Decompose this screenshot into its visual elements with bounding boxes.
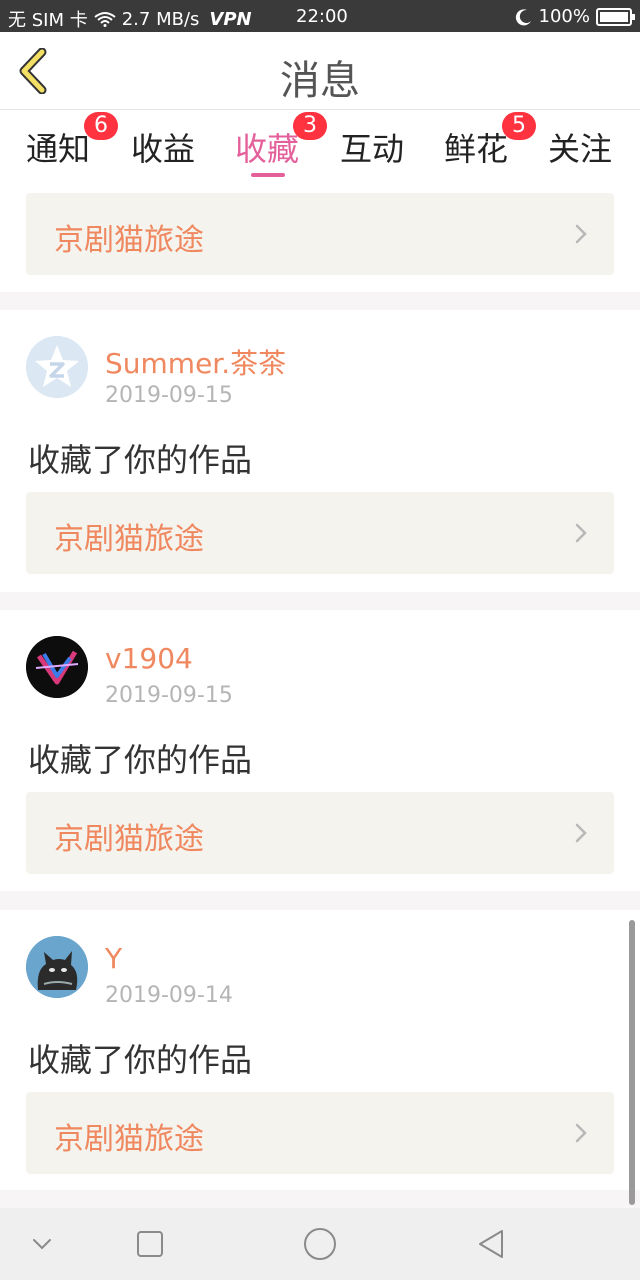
tab-earnings[interactable]: 收益 (131, 124, 195, 170)
tab-label: 关注 (548, 130, 613, 168)
clock: 22:00 (296, 6, 348, 27)
battery-text: 100% (538, 6, 590, 27)
battery-icon (596, 7, 635, 26)
message-card: v1904 2019-09-15 收藏了你的作品 京剧猫旅途 (0, 610, 640, 891)
work-link[interactable]: 京剧猫旅途 (26, 792, 614, 874)
tab-label: 收益 (131, 130, 196, 168)
square-icon[interactable] (132, 1226, 168, 1262)
message-card-partial: 京剧猫旅途 (0, 180, 640, 292)
net-speed-text: 2.7 MB/s (121, 8, 200, 30)
message-card: Y 2019-09-14 收藏了你的作品 京剧猫旅途 (0, 910, 640, 1190)
chevron-right-icon (575, 1123, 587, 1143)
tab-favorites[interactable]: 收藏 3 (235, 112, 328, 170)
carrier-text: 无 SIM 卡 (8, 10, 88, 31)
message-card: Summer.茶茶 2019-09-15 收藏了你的作品 京剧猫旅途 (0, 310, 640, 592)
work-title: 京剧猫旅途 (54, 522, 204, 557)
work-link[interactable]: 京剧猫旅途 (26, 492, 614, 574)
tab-flowers[interactable]: 鲜花 5 (444, 112, 537, 170)
unread-badge: 3 (293, 112, 328, 140)
status-right: 100% (515, 6, 635, 27)
tab-follow[interactable]: 关注 (548, 124, 612, 170)
message-text: 收藏了你的作品 (28, 741, 253, 779)
work-title: 京剧猫旅途 (54, 1122, 204, 1157)
work-link[interactable]: 京剧猫旅途 (26, 1092, 614, 1174)
status-left: 无 SIM 卡 2.7 MB/s VPN (8, 6, 252, 32)
tab-interaction[interactable]: 互动 (340, 124, 404, 170)
avatar[interactable] (26, 636, 88, 698)
circle-icon[interactable] (302, 1226, 338, 1262)
active-tab-indicator (251, 173, 285, 177)
header: 消息 (0, 32, 640, 110)
avatar[interactable] (26, 336, 88, 398)
back-triangle-icon[interactable] (474, 1226, 510, 1262)
tab-bar: 通知 6 收益 收藏 3 互动 鲜花 5 关注 (0, 110, 640, 180)
chevron-right-icon (575, 224, 587, 244)
work-title: 京剧猫旅途 (54, 822, 204, 857)
tab-label: 通知 (26, 130, 91, 168)
chevron-right-icon (575, 523, 587, 543)
user-name[interactable]: v1904 (105, 642, 193, 675)
message-text: 收藏了你的作品 (28, 1041, 253, 1079)
vpn-text: VPN (209, 8, 252, 30)
chevron-down-icon[interactable] (24, 1226, 60, 1262)
message-date: 2019-09-15 (105, 383, 233, 408)
message-text: 收藏了你的作品 (28, 441, 253, 479)
tab-label: 鲜花 (444, 130, 509, 168)
unread-badge: 6 (84, 112, 119, 140)
tab-notice[interactable]: 通知 6 (26, 112, 119, 170)
status-bar: 无 SIM 卡 2.7 MB/s VPN 22:00 100% (0, 0, 640, 32)
unread-badge: 5 (502, 112, 537, 140)
avatar[interactable] (26, 936, 88, 998)
work-link[interactable]: 京剧猫旅途 (26, 193, 614, 275)
work-title: 京剧猫旅途 (54, 223, 204, 258)
v-logo-avatar-icon (26, 636, 88, 698)
default-star-avatar-icon (26, 336, 88, 398)
user-name[interactable]: Y (105, 942, 122, 975)
wifi-icon (94, 12, 116, 27)
page-title: 消息 (280, 58, 360, 104)
tab-label: 互动 (340, 130, 405, 168)
message-date: 2019-09-15 (105, 683, 233, 708)
tab-label: 收藏 (235, 130, 300, 168)
moon-icon (515, 8, 531, 25)
scrollbar[interactable] (629, 920, 635, 1205)
system-nav-bar (0, 1208, 640, 1280)
user-name[interactable]: Summer.茶茶 (105, 342, 286, 382)
cat-avatar-icon (26, 936, 88, 998)
message-date: 2019-09-14 (105, 983, 233, 1008)
chevron-right-icon (575, 823, 587, 843)
